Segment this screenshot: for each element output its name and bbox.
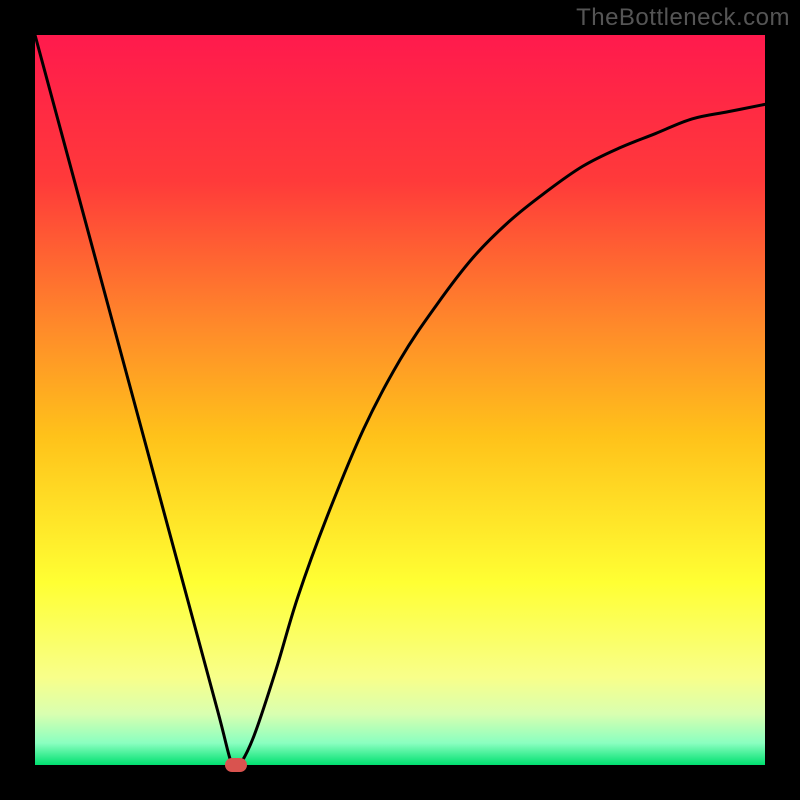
optimum-marker [225,758,247,772]
chart-svg [35,35,765,765]
gradient-background [35,35,765,765]
plot-area [35,35,765,765]
watermark-text: TheBottleneck.com [576,4,790,32]
chart-frame: TheBottleneck.com [0,0,800,800]
